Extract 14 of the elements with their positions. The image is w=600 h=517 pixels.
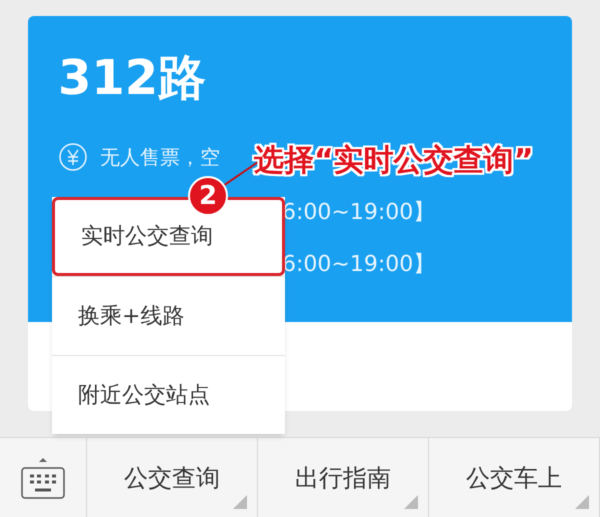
schedule-text: 6:00~19:00】	[282, 202, 436, 224]
corner-triangle-icon	[233, 495, 247, 509]
fare-text: 无人售票，空	[100, 144, 220, 171]
yuan-icon	[58, 142, 88, 172]
bottom-tab[interactable]: 公交车上	[429, 438, 600, 517]
menu-item[interactable]: 附近公交站点	[52, 355, 285, 434]
menu-item[interactable]: 换乘+线路	[52, 276, 285, 355]
annotation-text: 选择“实时公交查询”	[254, 142, 534, 180]
schedule-text: 6:00~19:00】	[282, 254, 436, 276]
corner-triangle-icon	[404, 495, 418, 509]
bottom-tab[interactable]: 出行指南	[258, 438, 429, 517]
bottom-tab[interactable]: 公交查询	[87, 438, 258, 517]
corner-triangle-icon	[575, 495, 589, 509]
route-title: 312路	[58, 54, 206, 102]
